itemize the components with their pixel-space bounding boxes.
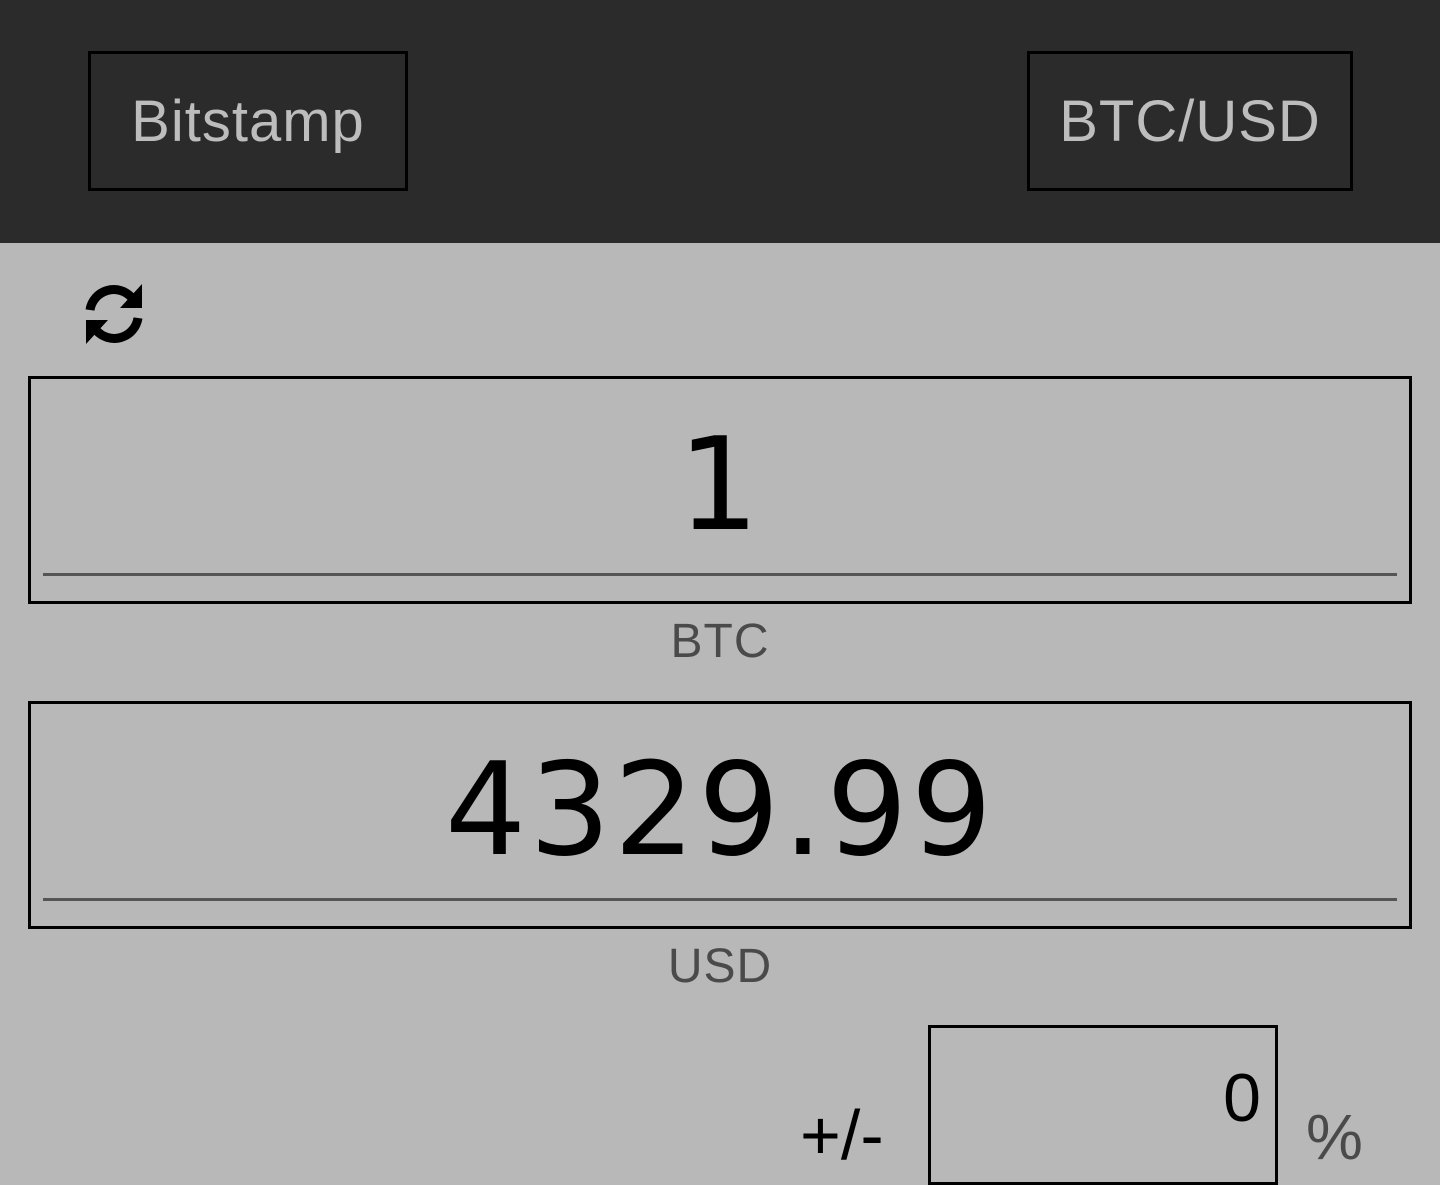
exchange-label: Bitstamp: [131, 88, 365, 154]
refresh-icon[interactable]: [80, 280, 148, 348]
btc-amount-input[interactable]: 1: [28, 376, 1412, 604]
percent-value: 0: [1223, 1060, 1261, 1136]
percent-adjust-input[interactable]: 0: [928, 1025, 1278, 1185]
pair-label: BTC/USD: [1059, 88, 1321, 154]
usd-amount-input[interactable]: 4329.99: [28, 701, 1412, 929]
plus-minus-label: +/-: [800, 1096, 884, 1174]
btc-input-underline: [43, 573, 1397, 576]
exchange-select-button[interactable]: Bitstamp: [88, 51, 408, 191]
usd-unit-label: USD: [667, 940, 773, 993]
btc-unit-label: BTC: [670, 615, 770, 668]
btc-amount-value: 1: [677, 411, 763, 560]
usd-amount-value: 4329.99: [444, 736, 996, 885]
percent-symbol: %: [1306, 1101, 1363, 1173]
usd-input-underline: [43, 898, 1397, 901]
top-toolbar: Bitstamp BTC/USD: [0, 0, 1440, 243]
pair-select-button[interactable]: BTC/USD: [1027, 51, 1353, 191]
